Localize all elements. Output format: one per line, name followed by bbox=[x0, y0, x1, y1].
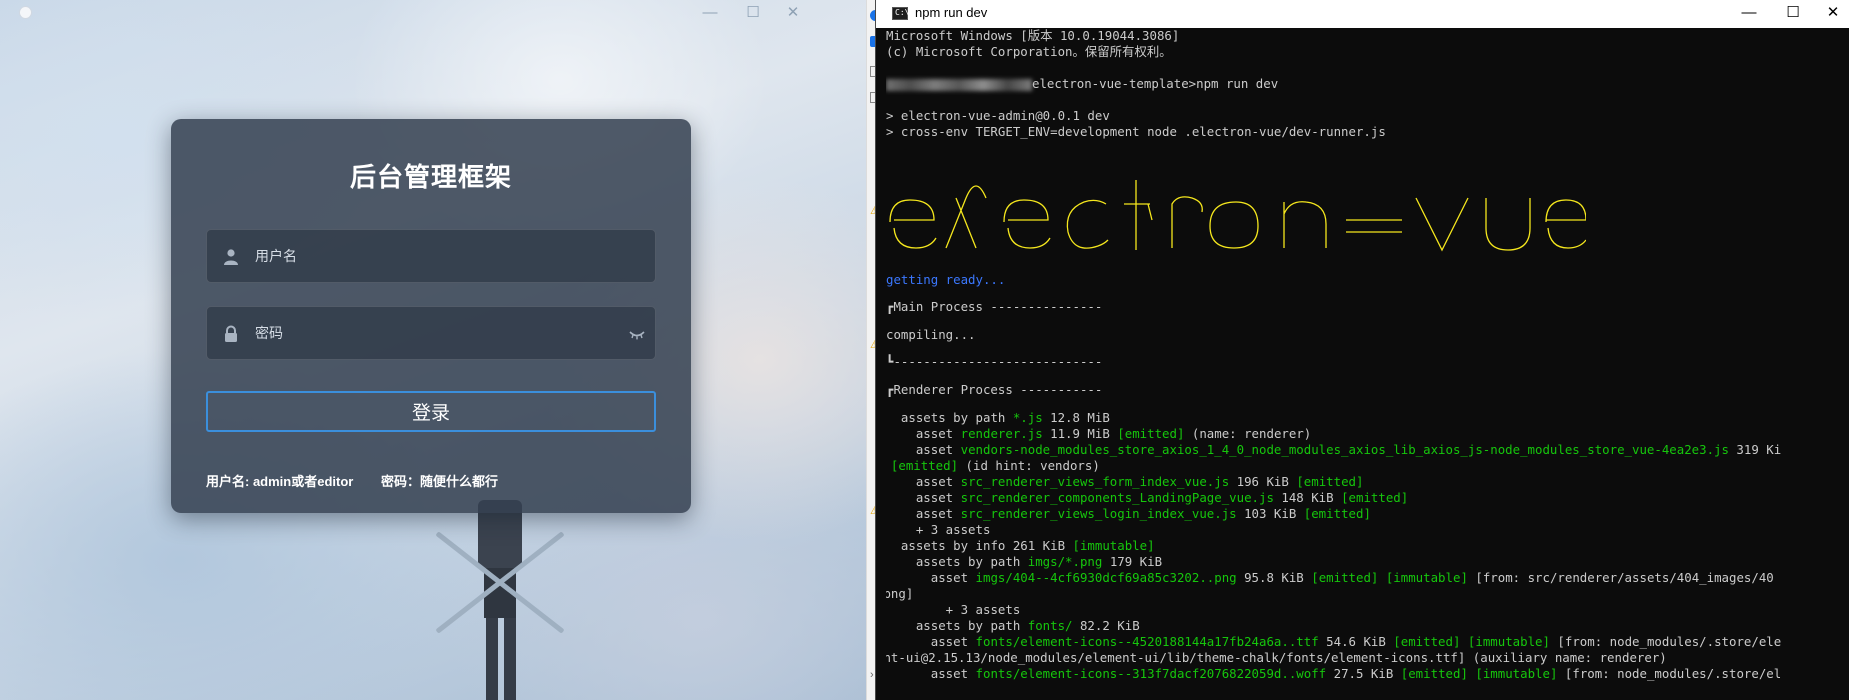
terminal-window: C:\ npm run dev — ☐ ✕ Microsoft Windows … bbox=[875, 0, 1849, 700]
terminal-line: + 3 assets bbox=[900, 522, 991, 537]
terminal-line: asset src_renderer_views_form_index_vue.… bbox=[900, 474, 1364, 489]
eye-closed-icon[interactable] bbox=[629, 328, 645, 340]
terminal-line: > electron-vue-admin@0.0.1 dev bbox=[886, 108, 1110, 123]
username-input[interactable] bbox=[255, 230, 615, 282]
username-hint: 用户名: admin或者editor bbox=[206, 474, 354, 489]
login-button[interactable]: 登录 bbox=[206, 391, 656, 432]
password-field[interactable] bbox=[206, 306, 656, 360]
terminal-icon: C:\ bbox=[892, 7, 909, 20]
minimize-icon[interactable]: — bbox=[699, 4, 721, 22]
password-input[interactable] bbox=[255, 307, 615, 359]
terminal-line: assets by path *.js 12.8 MiB bbox=[900, 410, 1110, 425]
redacted-path bbox=[886, 78, 1032, 91]
maximize-icon[interactable]: ☐ bbox=[1778, 3, 1808, 23]
app-icon bbox=[19, 6, 32, 19]
terminal-title: npm run dev bbox=[915, 5, 988, 20]
minimize-icon[interactable]: — bbox=[1734, 3, 1764, 23]
close-icon[interactable]: ✕ bbox=[1818, 3, 1848, 23]
terminal-line: electron-vue-template>npm run dev bbox=[886, 76, 1278, 92]
terminal-line: asset imgs/404--4cf6930dcf69a85c3202..pn… bbox=[915, 570, 1774, 585]
username-field[interactable] bbox=[206, 229, 656, 283]
terminal-output[interactable]: Microsoft Windows [版本 10.0.19044.3086] (… bbox=[886, 28, 1848, 700]
terminal-line: ent-ui@2.15.13/node_modules/element-ui/l… bbox=[886, 650, 1667, 665]
terminal-line: ┗---------------------------- bbox=[886, 354, 1103, 369]
terminal-line: asset src_renderer_views_login_index_vue… bbox=[900, 506, 1371, 521]
user-icon bbox=[224, 249, 238, 265]
terminal-line: + 3 assets bbox=[915, 602, 1021, 617]
terminal-titlebar: C:\ npm run dev — ☐ ✕ bbox=[876, 0, 1849, 28]
terminal-line: > cross-env TERGET_ENV=development node … bbox=[886, 124, 1386, 139]
background-figure bbox=[430, 500, 570, 700]
password-hint: 密码：随便什么都行 bbox=[381, 474, 499, 489]
terminal-line: asset vendors-node_modules_store_axios_1… bbox=[900, 442, 1782, 457]
terminal-line: ┏Renderer Process ----------- bbox=[886, 382, 1103, 397]
terminal-line: assets by path fonts/ 82.2 KiB bbox=[900, 618, 1140, 633]
terminal-line: .png] bbox=[886, 586, 914, 601]
terminal-line: compiling... bbox=[886, 327, 976, 342]
terminal-line: ┏Main Process --------------- bbox=[886, 299, 1103, 314]
login-title: 后台管理框架 bbox=[349, 162, 512, 192]
electron-vue-ascii-banner bbox=[889, 180, 1586, 252]
terminal-line: Microsoft Windows [版本 10.0.19044.3086] bbox=[886, 28, 1180, 43]
terminal-line: assets by info 261 KiB [immutable] bbox=[900, 538, 1155, 553]
terminal-line: asset fonts/element-icons--4520188144a17… bbox=[915, 634, 1782, 649]
terminal-line: asset renderer.js 11.9 MiB [emitted] (na… bbox=[900, 426, 1312, 441]
login-window: — ☐ ✕ 后台管理框架 用户名 登录 用户名: admin或者editor 密… bbox=[0, 0, 866, 700]
terminal-line: getting ready... bbox=[886, 272, 1006, 287]
terminal-line: (c) Microsoft Corporation。保留所有权利。 bbox=[886, 44, 1172, 59]
terminal-line: asset fonts/element-icons--313f7dacf2076… bbox=[915, 666, 1782, 681]
lock-icon bbox=[225, 325, 237, 342]
maximize-icon[interactable]: ☐ bbox=[742, 4, 764, 22]
terminal-line: assets by path imgs/*.png 179 KiB bbox=[900, 554, 1163, 569]
terminal-line: B [emitted] (id hint: vendors) bbox=[890, 458, 1100, 473]
close-icon[interactable]: ✕ bbox=[782, 4, 804, 22]
terminal-line: asset src_renderer_components_LandingPag… bbox=[900, 490, 1409, 505]
login-card: 后台管理框架 登录 用户名: admin或者editor 密码：随便什么 bbox=[171, 119, 691, 513]
